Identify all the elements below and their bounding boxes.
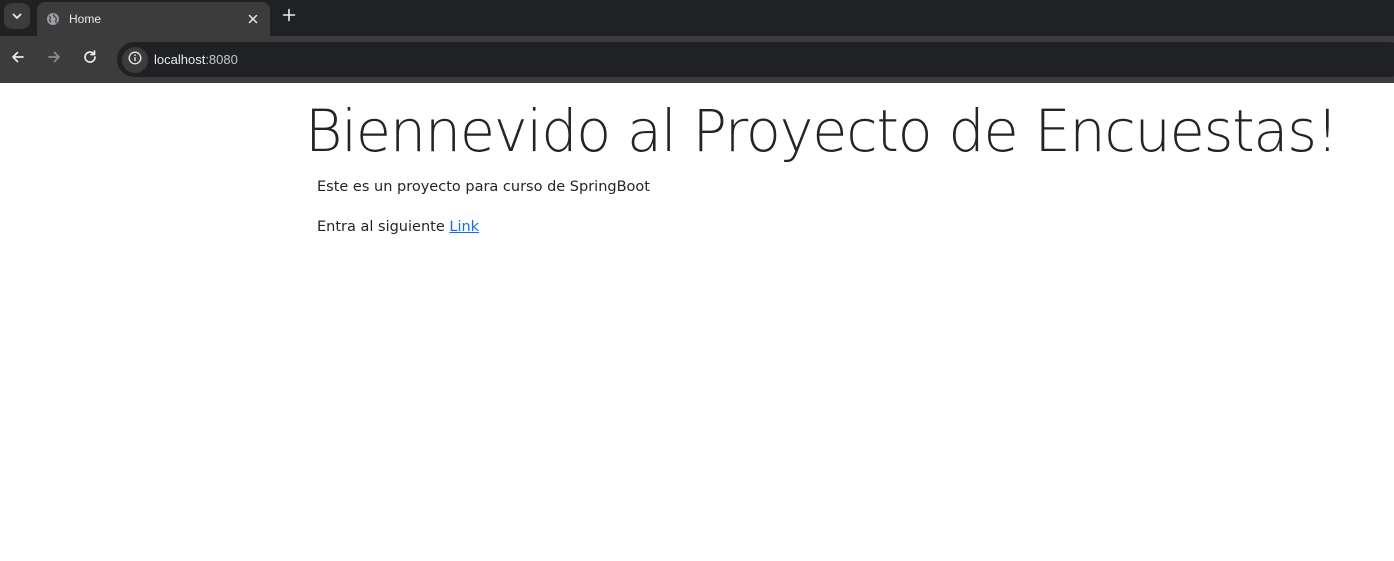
address-bar[interactable]: localhost:8080 (117, 42, 1394, 77)
tab-strip: Home (0, 0, 1394, 36)
arrow-left-icon (10, 49, 26, 69)
forward-button[interactable] (44, 49, 64, 69)
link[interactable]: Link (449, 219, 479, 235)
plus-icon (282, 7, 296, 26)
arrow-right-icon (46, 49, 62, 69)
new-tab-button[interactable] (280, 7, 298, 25)
url-host: localhost (154, 52, 206, 67)
tab-home[interactable]: Home (37, 2, 270, 36)
link-paragraph: Entra al siguiente Link (317, 219, 479, 235)
tab-search-button[interactable] (4, 3, 30, 29)
browser-toolbar: localhost:8080 (0, 36, 1394, 83)
globe-icon (46, 12, 60, 26)
tab-title: Home (69, 12, 102, 26)
close-icon[interactable] (246, 12, 260, 26)
url-text: localhost:8080 (154, 52, 238, 67)
page-content: Biennevido al Proyecto de Encuestas! Est… (0, 83, 1394, 561)
link-prompt: Entra al siguiente (317, 219, 450, 235)
chevron-down-icon (11, 7, 23, 26)
url-port: :8080 (205, 52, 238, 67)
reload-button[interactable] (80, 49, 100, 69)
back-button[interactable] (8, 49, 28, 69)
reload-icon (82, 49, 98, 69)
page-title: Biennevido al Proyecto de Encuestas! (305, 97, 1339, 165)
description-text: Este es un proyecto para curso de Spring… (317, 179, 650, 195)
site-info-button[interactable] (122, 46, 148, 73)
info-icon (128, 50, 142, 69)
